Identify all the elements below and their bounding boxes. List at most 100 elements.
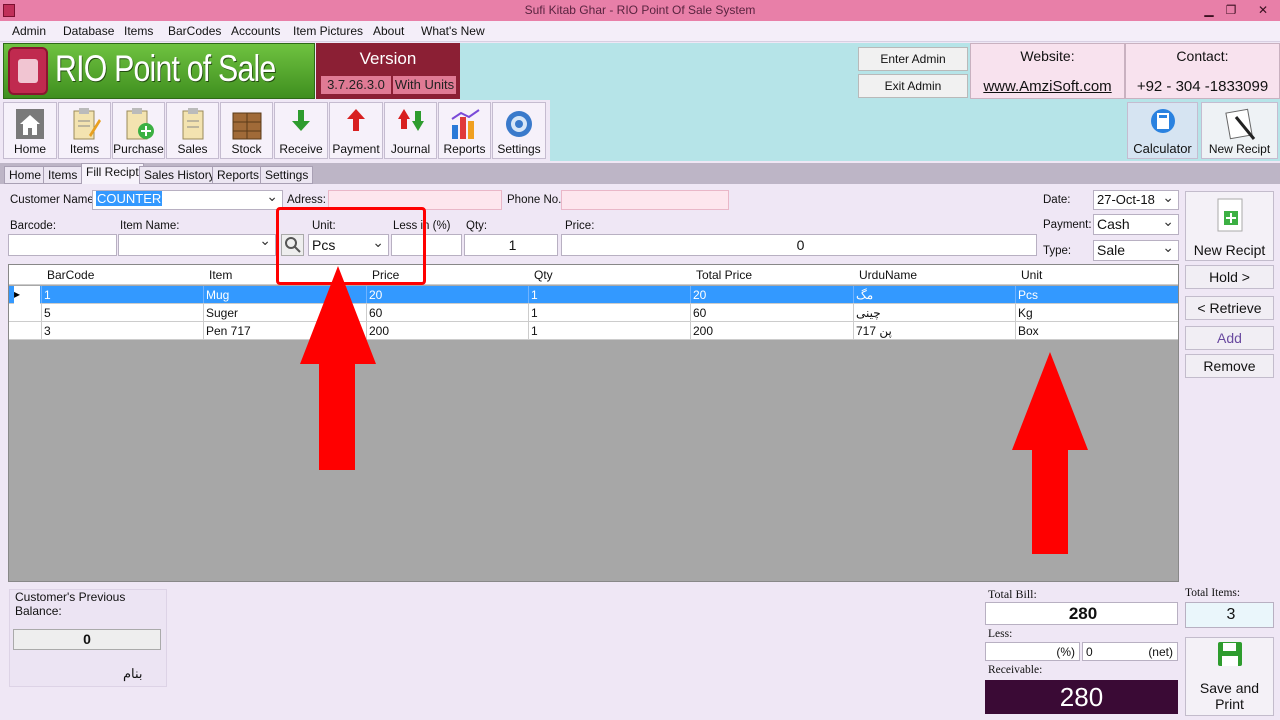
menu-admin[interactable]: Admin: [12, 24, 46, 38]
crate-icon: [232, 112, 261, 140]
up-down-arrows-icon: [397, 109, 424, 131]
cell-urdu: 717 پن: [856, 324, 892, 338]
net-unit: (net): [1148, 645, 1173, 659]
save-print-button[interactable]: Save and Print: [1185, 637, 1274, 716]
urdu-note: بنام: [123, 666, 143, 681]
toolbar-payment-button[interactable]: Payment: [329, 102, 383, 159]
menu-items[interactable]: Items: [124, 24, 153, 38]
toolbar-journal-button[interactable]: Journal: [384, 102, 437, 159]
menu-whats-new[interactable]: What's New: [421, 24, 485, 38]
col-qty[interactable]: Qty: [534, 268, 553, 282]
toolbar-label: Home: [13, 142, 46, 156]
col-urdu-name[interactable]: UrduName: [859, 268, 917, 282]
col-item[interactable]: Item: [209, 268, 232, 282]
previous-balance-panel: Customer's Previous Balance: 0 بنام: [9, 589, 167, 687]
address-label: Adress:: [287, 194, 326, 206]
cell-qty: 1: [531, 324, 538, 338]
toolbar-label: Settings: [497, 142, 541, 156]
document-pen-icon: [1224, 108, 1255, 140]
contact-value: +92 - 304 -1833099: [1136, 78, 1269, 95]
title-bar: Sufi Kitab Ghar - RIO Point Of Sale Syst…: [0, 0, 1280, 21]
website-link[interactable]: www.AmziSoft.com: [971, 78, 1124, 95]
clipboard-icon: [182, 108, 203, 140]
enter-admin-button[interactable]: Enter Admin: [858, 47, 968, 71]
contact-cell: Contact: +92 - 304 -1833099: [1125, 43, 1280, 99]
toolbar-reports-button[interactable]: Reports: [438, 102, 491, 159]
tab-reports[interactable]: Reports: [212, 166, 265, 184]
receivable-value: 280: [985, 680, 1178, 714]
cell-total: 200: [693, 324, 714, 338]
toolbar-receive-button[interactable]: Receive: [274, 102, 328, 159]
toolbar-label: Purchase: [113, 142, 164, 156]
date-picker[interactable]: 27-Oct-18: [1093, 188, 1179, 210]
phone-input[interactable]: [561, 190, 729, 210]
hold-button[interactable]: Hold >: [1185, 265, 1274, 289]
barcode-input[interactable]: [8, 234, 117, 256]
tab-settings[interactable]: Settings: [260, 166, 314, 184]
payment-label: Payment:: [1043, 219, 1092, 231]
toolbar-settings-button[interactable]: Settings: [492, 102, 546, 159]
cell-unit: Kg: [1018, 306, 1033, 320]
table-row[interactable]: ▸ 1 Mug 20 1 20 مگ Pcs: [9, 286, 1178, 304]
cell-unit: Box: [1018, 324, 1039, 338]
less-net-value: 0: [1086, 645, 1093, 659]
close-icon[interactable]: ✕: [1246, 0, 1280, 21]
customer-name-select[interactable]: COUNTER: [92, 188, 283, 210]
save-print-label: Save and Print: [1199, 680, 1260, 712]
cell-unit: Pcs: [1018, 288, 1039, 302]
gear-icon: [506, 111, 532, 137]
contact-label: Contact:: [1176, 48, 1229, 64]
new-recipt-toolbar-button[interactable]: New Recipt: [1201, 102, 1278, 159]
pos-logo-icon: [8, 47, 48, 95]
toolbar-home-button[interactable]: Home: [3, 102, 57, 159]
window-title: Sufi Kitab Ghar - RIO Point Of Sale Syst…: [524, 3, 756, 17]
arrow-down-icon: [292, 110, 310, 131]
table-row[interactable]: 3 Pen 717 200 1 200 717 پن Box: [9, 322, 1178, 340]
new-recipt-button[interactable]: New Recipt: [1185, 191, 1274, 261]
col-total-price[interactable]: Total Price: [696, 268, 752, 282]
total-bill-value: 280: [985, 602, 1178, 625]
qty-input[interactable]: 1: [464, 234, 558, 256]
toolbar-label: Stock: [231, 142, 262, 156]
menu-accounts[interactable]: Accounts: [231, 24, 280, 38]
remove-button[interactable]: Remove: [1185, 354, 1274, 378]
retrieve-button[interactable]: < Retrieve: [1185, 296, 1274, 320]
calculator-button[interactable]: Calculator: [1127, 102, 1198, 159]
menu-barcodes[interactable]: BarCodes: [168, 24, 221, 38]
toolbar-purchase-button[interactable]: Purchase: [112, 102, 165, 159]
exit-admin-button[interactable]: Exit Admin: [858, 74, 968, 98]
customer-name-value: COUNTER: [96, 191, 163, 206]
item-name-select[interactable]: [118, 232, 276, 256]
maximize-icon[interactable]: ❐: [1218, 0, 1244, 21]
toolbar-stock-button[interactable]: Stock: [220, 102, 273, 159]
cell-item: Pen 717: [206, 324, 251, 338]
menu-item-pictures[interactable]: Item Pictures: [293, 24, 363, 38]
toolbar-label: New Recipt: [1208, 142, 1271, 156]
less-percent-input[interactable]: (%): [985, 642, 1080, 661]
toolbar-label: Sales: [177, 142, 208, 156]
clipboard-add-icon: [126, 108, 154, 140]
type-select[interactable]: Sale: [1093, 238, 1179, 261]
payment-select[interactable]: Cash: [1093, 212, 1179, 235]
col-barcode[interactable]: BarCode: [47, 268, 94, 282]
version-label: Version: [359, 49, 417, 68]
toolbar-sales-button[interactable]: Sales: [166, 102, 219, 159]
toolbar-label: Journal: [390, 142, 431, 156]
table-row[interactable]: 5 Suger 60 1 60 چینی Kg: [9, 304, 1178, 322]
menu-about[interactable]: About: [373, 24, 404, 38]
bar-chart-icon: [450, 109, 480, 139]
add-button[interactable]: Add: [1185, 326, 1274, 350]
less-net-input[interactable]: 0 (net): [1082, 642, 1178, 661]
col-unit[interactable]: Unit: [1021, 268, 1042, 282]
toolbar-items-button[interactable]: Items: [58, 102, 111, 159]
price-input[interactable]: 0: [561, 234, 1037, 256]
tab-items[interactable]: Items: [43, 166, 83, 184]
tab-sales-history[interactable]: Sales History: [139, 166, 220, 184]
toolbar-label: Receive: [279, 142, 323, 156]
cell-barcode: 5: [44, 306, 51, 320]
cell-total: 20: [693, 288, 707, 302]
house-icon: [16, 109, 44, 139]
tab-fill-recipt[interactable]: Fill Recipt: [81, 163, 144, 184]
menu-database[interactable]: Database: [63, 24, 114, 38]
tab-home[interactable]: Home: [4, 166, 47, 184]
